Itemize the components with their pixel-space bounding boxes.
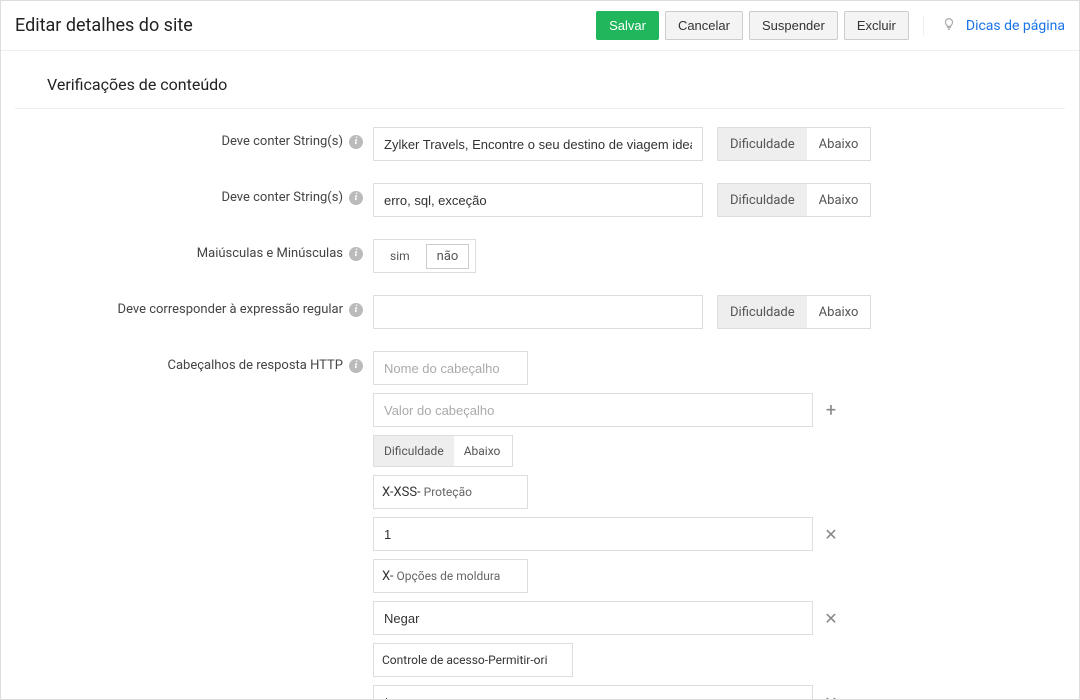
remove-header-icon[interactable]: ✕: [821, 609, 841, 628]
page-tips-link[interactable]: Dicas de página: [966, 18, 1065, 34]
difficulty-option[interactable]: Dificuldade: [374, 436, 454, 466]
header-value-input[interactable]: [373, 393, 813, 427]
difficulty-option[interactable]: Dificuldade: [718, 128, 807, 160]
case-toggle[interactable]: sim não: [373, 239, 476, 273]
header-prefix: X-: [382, 569, 393, 584]
page-title: Editar detalhes do site: [15, 15, 193, 36]
difficulty-option[interactable]: Dificuldade: [718, 184, 807, 216]
suspend-button[interactable]: Suspender: [749, 11, 838, 40]
cancel-button[interactable]: Cancelar: [665, 11, 743, 40]
difficulty-toggle[interactable]: Dificuldade Abaixo: [373, 435, 513, 467]
header-value-existing[interactable]: [373, 685, 813, 700]
header-name-input[interactable]: [373, 351, 528, 385]
header-name-existing[interactable]: Controle de acesso-Permitir-ori: [373, 643, 573, 677]
difficulty-option[interactable]: Dificuldade: [718, 296, 807, 328]
below-option[interactable]: Abaixo: [807, 296, 871, 328]
info-icon[interactable]: i: [349, 191, 363, 205]
below-option[interactable]: Abaixo: [807, 128, 871, 160]
difficulty-toggle[interactable]: Dificuldade Abaixo: [717, 183, 871, 217]
lightbulb-icon: [938, 17, 960, 35]
difficulty-toggle[interactable]: Dificuldade Abaixo: [717, 295, 871, 329]
difficulty-toggle[interactable]: Dificuldade Abaixo: [717, 127, 871, 161]
header-value-existing[interactable]: [373, 601, 813, 635]
case-no[interactable]: não: [426, 244, 470, 269]
must-not-contain-label: Deve conter String(s): [221, 190, 343, 205]
delete-button[interactable]: Excluir: [844, 11, 909, 40]
info-icon[interactable]: i: [349, 359, 363, 373]
header-full: Controle de acesso-Permitir-ori: [382, 653, 548, 667]
header-suffix: Proteção: [424, 485, 472, 499]
case-yes[interactable]: sim: [380, 245, 420, 267]
section-title: Verificações de conteúdo: [15, 75, 1065, 109]
case-label: Maiúsculas e Minúsculas: [197, 246, 343, 261]
remove-header-icon[interactable]: ✕: [821, 693, 841, 700]
info-icon[interactable]: i: [349, 247, 363, 261]
info-icon[interactable]: i: [349, 135, 363, 149]
regex-input[interactable]: [373, 295, 703, 329]
info-icon[interactable]: i: [349, 303, 363, 317]
separator: [923, 16, 924, 36]
remove-header-icon[interactable]: ✕: [821, 525, 841, 544]
header-suffix: Opções de moldura: [396, 569, 500, 583]
must-not-contain-input[interactable]: [373, 183, 703, 217]
save-button[interactable]: Salvar: [596, 11, 659, 40]
header-value-existing[interactable]: [373, 517, 813, 551]
add-header-icon[interactable]: +: [821, 400, 841, 421]
must-contain-input[interactable]: [373, 127, 703, 161]
below-option[interactable]: Abaixo: [807, 184, 871, 216]
must-contain-label: Deve conter String(s): [221, 134, 343, 149]
http-headers-label: Cabeçalhos de resposta HTTP: [168, 358, 344, 373]
header-name-existing[interactable]: X-XSS- Proteção: [373, 475, 528, 509]
regex-label: Deve corresponder à expressão regular: [118, 302, 343, 317]
header-prefix: X-XSS-: [382, 485, 421, 500]
header-name-existing[interactable]: X- Opções de moldura: [373, 559, 528, 593]
below-option[interactable]: Abaixo: [454, 436, 511, 466]
